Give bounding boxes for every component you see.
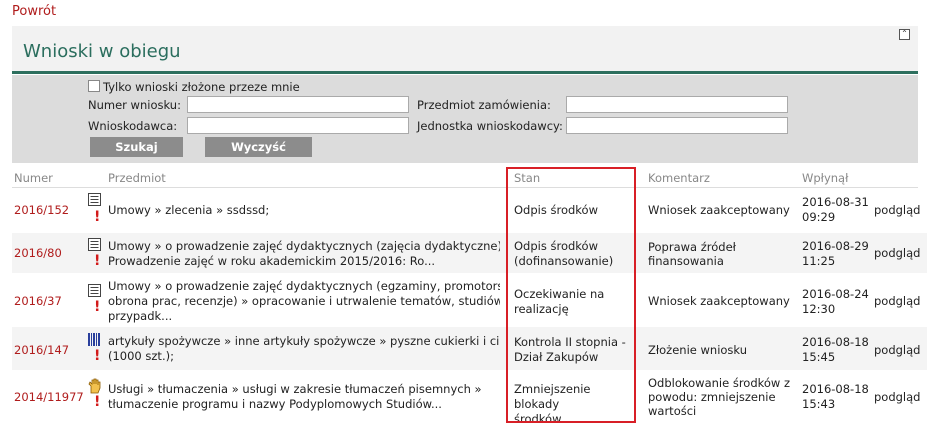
document-list-icon [88, 193, 101, 206]
received-date: 2016-08-18 15:45 [802, 335, 869, 364]
applicant-input[interactable] [187, 117, 409, 134]
table-row[interactable]: 2016/152 ! Umowy » zlecenia » ssdssd; Od… [12, 189, 927, 231]
received-date: 2016-08-24 12:30 [802, 287, 869, 316]
number-label: Numer wniosku: [88, 98, 181, 112]
table-row[interactable]: 2014/11977 ! Usługi » tłumaczenia » usłu… [12, 372, 927, 426]
column-header-subject[interactable]: Przedmiot [108, 171, 166, 185]
table-row[interactable]: 2016/80 ! Umowy » o prowadzenie zajęć dy… [12, 233, 927, 273]
page-title: Wnioski w obiegu [23, 41, 181, 62]
number-input[interactable] [187, 96, 409, 113]
header-divider [12, 187, 918, 188]
document-list-icon [88, 284, 101, 297]
subject-label: Przedmiot zamówienia: [417, 98, 551, 112]
comment-text: Wniosek zaakceptowany [648, 203, 790, 217]
filter-form: Tylko wnioski złożone przeze mnie Numer … [12, 75, 918, 163]
warning-icon: ! [94, 299, 101, 315]
comment-text: Złożenie wniosku [648, 343, 748, 357]
preview-link[interactable]: podgląd [874, 343, 920, 357]
collapse-icon[interactable]: ⌃ [899, 29, 910, 40]
received-date: 2016-08-29 11:25 [802, 239, 869, 268]
comment-text: Poprawa źródeł finansowania [648, 240, 736, 268]
preview-link[interactable]: podgląd [874, 246, 920, 260]
column-header-received[interactable]: Wpłynął [802, 171, 848, 185]
subject-text[interactable]: Usługi » tłumaczenia » usługi w zakresie… [108, 382, 500, 412]
request-number-link[interactable]: 2016/152 [14, 203, 69, 217]
back-link[interactable]: Powrót [12, 4, 56, 19]
comment-text: Odblokowanie środków z powodu: zmniejszen… [648, 376, 791, 418]
request-number-link[interactable]: 2016/80 [14, 246, 62, 260]
subject-text[interactable]: Umowy » o prowadzenie zajęć dydaktycznyc… [108, 279, 500, 324]
subject-text[interactable]: Umowy » zlecenia » ssdssd; [108, 203, 500, 218]
title-divider [12, 71, 918, 74]
unit-input[interactable] [566, 117, 788, 134]
state-column-highlight [506, 167, 636, 423]
preview-link[interactable]: podgląd [874, 294, 920, 308]
request-number-link[interactable]: 2014/11977 [14, 390, 84, 404]
subject-text[interactable]: Umowy » o prowadzenie zajęć dydaktycznyc… [108, 239, 500, 269]
unit-label: Jednostka wnioskodawcy: [417, 119, 563, 133]
document-list-icon [88, 238, 101, 251]
preview-link[interactable]: podgląd [874, 390, 920, 404]
warning-icon: ! [94, 209, 101, 225]
request-number-link[interactable]: 2016/147 [14, 343, 69, 357]
applicant-label: Wnioskodawca: [88, 119, 178, 133]
subject-text[interactable]: artykuły spożywcze » inne artykuły spoży… [108, 334, 500, 364]
warning-icon: ! [94, 348, 101, 364]
warning-icon: ! [94, 394, 101, 410]
comment-text: Wniosek zaakceptowany [648, 294, 790, 308]
table-row[interactable]: 2016/37 ! Umowy » o prowadzenie zajęć dy… [12, 275, 927, 325]
only-mine-label: Tylko wnioski złożone przeze mnie [103, 80, 300, 94]
table-row[interactable]: 2016/147 ! artykuły spożywcze » inne art… [12, 327, 927, 370]
warning-icon: ! [94, 253, 101, 269]
request-number-link[interactable]: 2016/37 [14, 294, 62, 308]
hand-icon [88, 378, 101, 394]
panel-header: Wnioski w obiegu ⌃ [12, 26, 918, 72]
clear-button[interactable]: Wyczyść [205, 137, 312, 157]
received-date: 2016-08-18 15:43 [802, 382, 869, 411]
barcode-icon [88, 333, 100, 346]
only-mine-checkbox[interactable] [88, 80, 100, 92]
subject-input[interactable] [566, 96, 788, 113]
search-button[interactable]: Szukaj [90, 137, 183, 157]
preview-link[interactable]: podgląd [874, 203, 920, 217]
column-header-number[interactable]: Numer [14, 171, 53, 185]
column-header-comment[interactable]: Komentarz [648, 171, 710, 185]
received-date: 2016-08-31 09:29 [802, 195, 869, 224]
